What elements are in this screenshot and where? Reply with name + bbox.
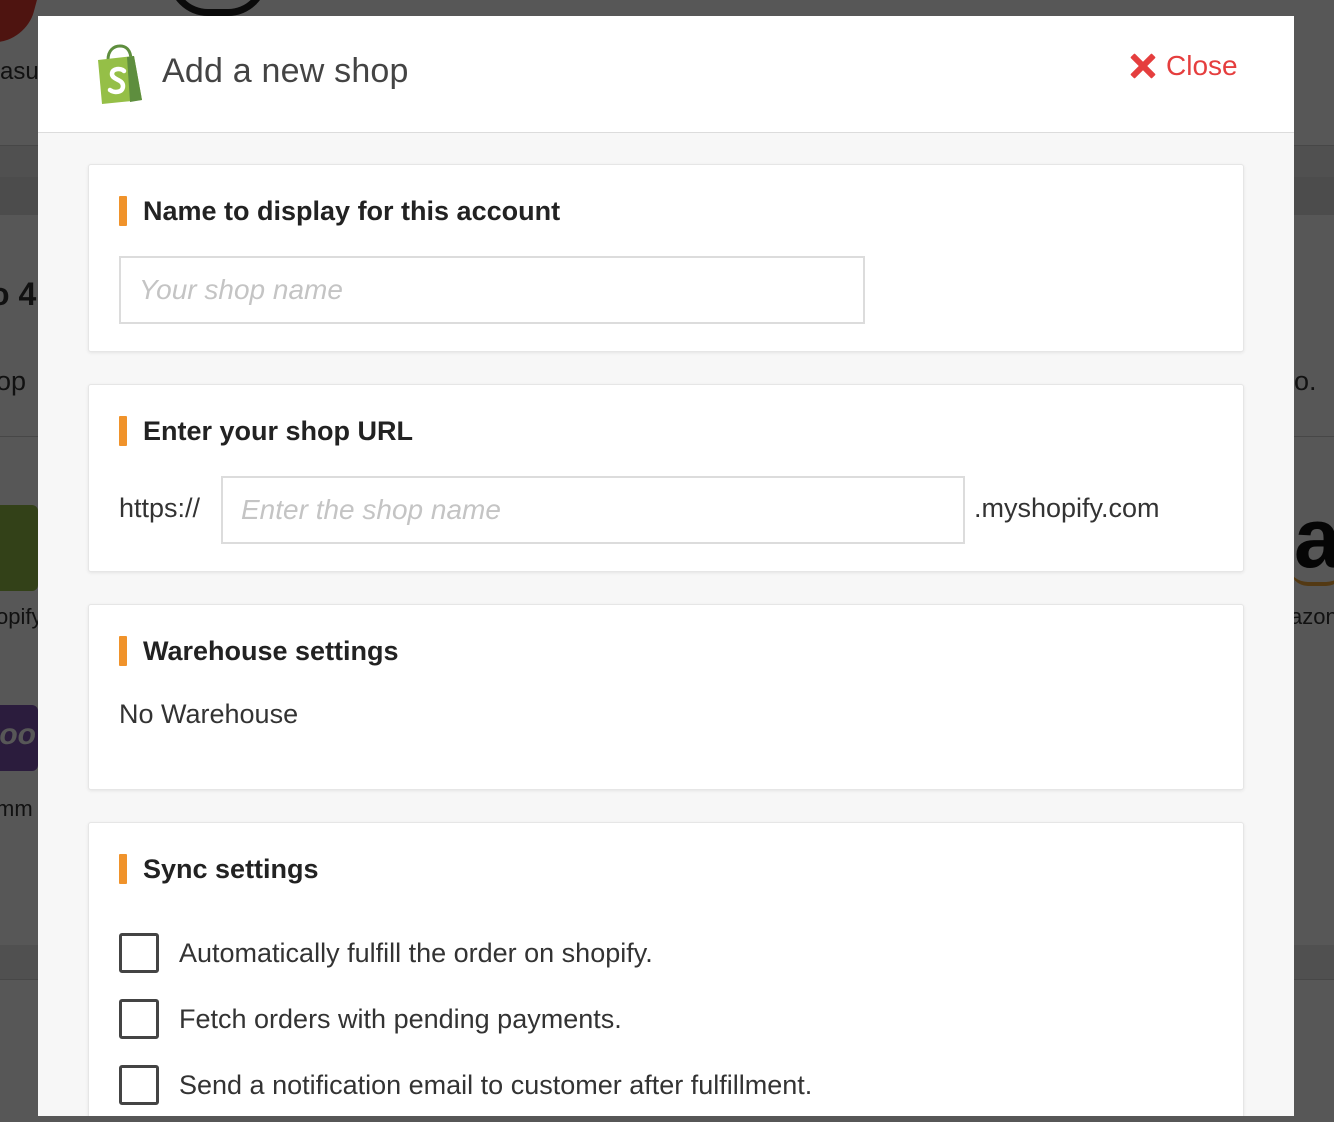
section-title: Warehouse settings [119, 635, 399, 667]
sync-section-title: Sync settings [143, 853, 319, 884]
auto-fulfill-checkbox[interactable] [119, 933, 159, 973]
close-button-label: Close [1166, 50, 1238, 81]
section-accent-bar [119, 854, 127, 884]
sync-option-label: Send a notification email to customer af… [179, 1069, 813, 1100]
url-prefix: https:// [119, 493, 201, 523]
shopify-bag-icon [98, 44, 142, 104]
notify-customer-checkbox[interactable] [119, 1065, 159, 1105]
warehouse-value: No Warehouse [119, 699, 299, 729]
url-suffix: .myshopify.com [974, 493, 1160, 523]
section-title: Enter your shop URL [119, 415, 413, 447]
url-section: Enter your shop URL https:// .myshopify.… [88, 384, 1244, 572]
sync-option-label: Fetch orders with pending payments. [179, 1003, 622, 1034]
sync-option-auto-fulfill[interactable]: Automatically fulfill the order on shopi… [119, 933, 653, 973]
pending-payments-checkbox[interactable] [119, 999, 159, 1039]
section-accent-bar [119, 196, 127, 226]
section-title: Name to display for this account [119, 195, 560, 227]
close-x-icon [1130, 53, 1156, 79]
close-button[interactable]: Close [1130, 48, 1238, 84]
modal-header: Add a new shop Close [38, 16, 1294, 133]
section-title: Sync settings [119, 853, 319, 885]
sync-option-pending-payments[interactable]: Fetch orders with pending payments. [119, 999, 622, 1039]
shop-name-input[interactable] [119, 256, 865, 324]
sync-option-label: Automatically fulfill the order on shopi… [179, 937, 653, 968]
section-accent-bar [119, 636, 127, 666]
warehouse-section-title: Warehouse settings [143, 635, 399, 666]
name-section-title: Name to display for this account [143, 195, 561, 226]
sync-section: Sync settings Automatically fulfill the … [88, 822, 1244, 1116]
add-shop-modal: Add a new shop Close Name to display for… [38, 16, 1294, 1116]
sync-option-notify-customer[interactable]: Send a notification email to customer af… [119, 1065, 812, 1105]
modal-title: Add a new shop [162, 52, 409, 90]
url-section-title: Enter your shop URL [143, 415, 414, 446]
section-accent-bar [119, 416, 127, 446]
warehouse-section: Warehouse settings No Warehouse [88, 604, 1244, 790]
shop-url-input[interactable] [221, 476, 965, 544]
name-section: Name to display for this account [88, 164, 1244, 352]
